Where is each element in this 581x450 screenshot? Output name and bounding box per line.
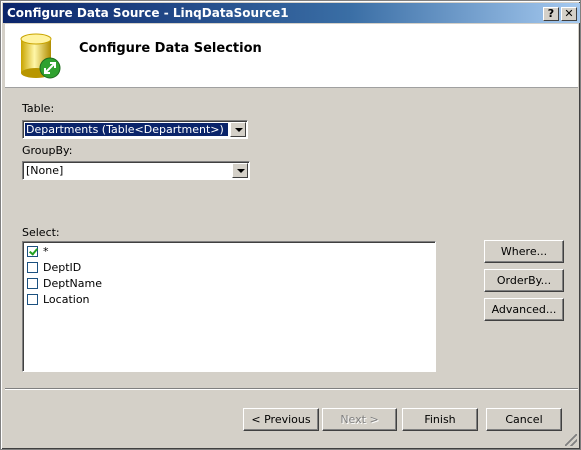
list-item-label: * <box>43 245 49 258</box>
groupby-dropdown[interactable]: [None] <box>22 161 250 180</box>
groupby-dropdown-value: [None] <box>26 164 64 177</box>
page-title: Configure Data Selection <box>79 41 262 56</box>
checkbox[interactable] <box>27 262 38 273</box>
footer-divider <box>5 388 578 390</box>
close-button[interactable]: ✕ <box>561 7 577 21</box>
next-button[interactable]: Next > <box>322 408 397 431</box>
cancel-button[interactable]: Cancel <box>486 408 562 431</box>
finish-button[interactable]: Finish <box>402 408 478 431</box>
database-refresh-icon <box>20 33 61 79</box>
title-bar[interactable]: Configure Data Source - LinqDataSource1 … <box>3 3 580 23</box>
list-item-label: DeptID <box>43 261 82 274</box>
where-button[interactable]: Where... <box>484 240 564 263</box>
chevron-down-icon[interactable] <box>232 163 248 178</box>
table-dropdown-value: Departments (Table<Department>) <box>24 122 229 137</box>
checkbox-checked[interactable] <box>27 246 38 257</box>
groupby-label: GroupBy: <box>22 144 73 157</box>
checkbox[interactable] <box>27 294 38 305</box>
wizard-header: Configure Data Selection <box>5 24 578 88</box>
table-dropdown[interactable]: Departments (Table<Department>) <box>22 120 248 139</box>
table-label: Table: <box>22 102 55 115</box>
list-item-label: Location <box>43 293 90 306</box>
chevron-down-icon[interactable] <box>230 122 246 137</box>
advanced-button[interactable]: Advanced... <box>484 298 564 321</box>
list-item-label: DeptName <box>43 277 102 290</box>
select-label: Select: <box>22 226 60 239</box>
checkbox[interactable] <box>27 278 38 289</box>
select-fields-list[interactable]: * DeptID DeptName Location <box>22 241 436 372</box>
configure-data-source-dialog: Configure Data Source - LinqDataSource1 … <box>0 0 581 450</box>
resize-grip[interactable] <box>565 434 577 446</box>
previous-button[interactable]: < Previous <box>243 408 319 431</box>
window-title: Configure Data Source - LinqDataSource1 <box>7 6 289 20</box>
orderby-button[interactable]: OrderBy... <box>484 269 564 292</box>
help-button[interactable]: ? <box>543 7 559 21</box>
